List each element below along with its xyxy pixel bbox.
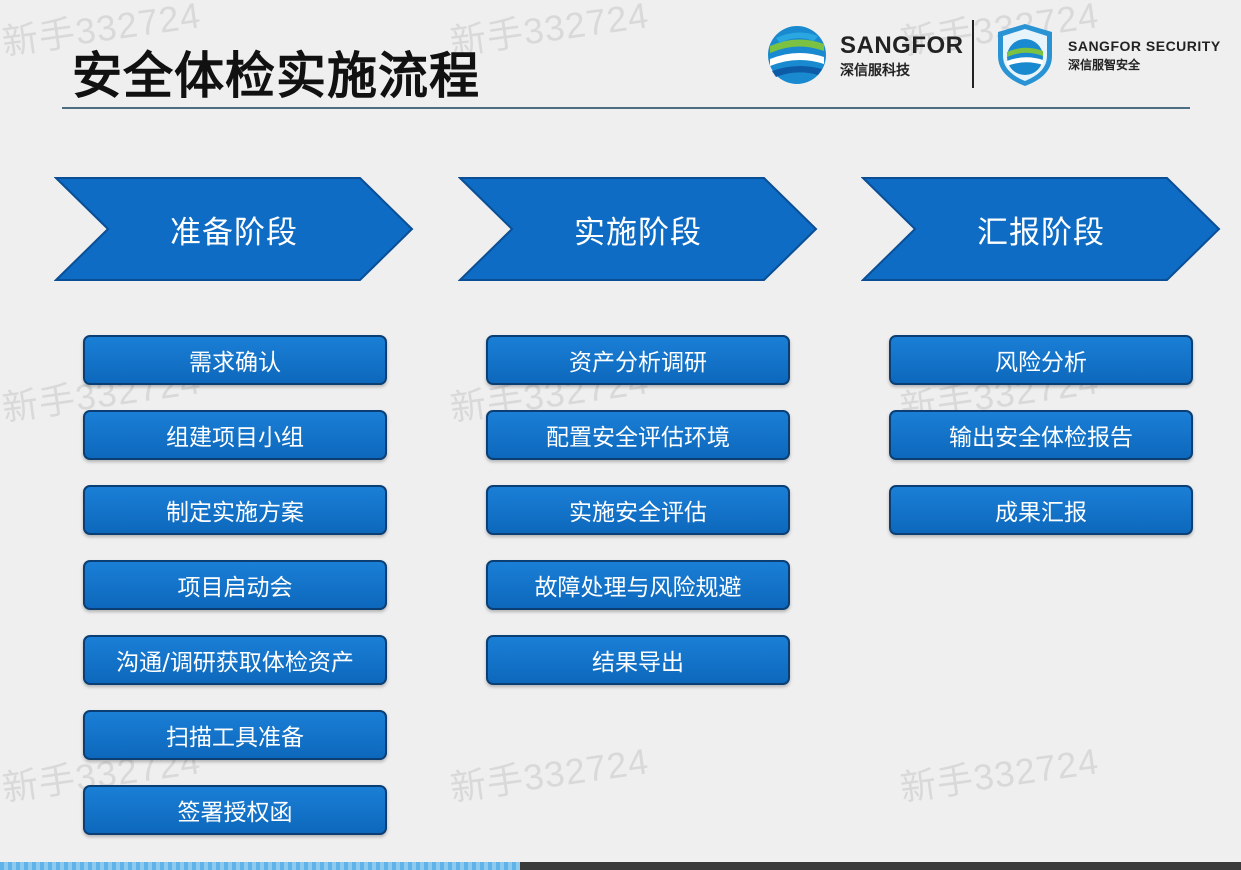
stage-report-label: 汇报阶段	[977, 214, 1105, 251]
step-scan-tools[interactable]: 扫描工具准备	[83, 710, 387, 760]
security-shield-icon	[998, 24, 1052, 86]
step-report-results[interactable]: 成果汇报	[889, 485, 1193, 535]
sangfor-logo: SANGFOR 深信服科技	[766, 22, 966, 88]
stage-implement: 实施阶段	[458, 176, 818, 282]
stage-prepare: 准备阶段	[54, 176, 414, 282]
security-logo-sub: 深信服智安全	[1068, 58, 1141, 72]
sangfor-security-logo: SANGFOR SECURITY 深信服智安全	[994, 22, 1220, 90]
step-security-assessment[interactable]: 实施安全评估	[486, 485, 790, 535]
step-form-project-team[interactable]: 组建项目小组	[83, 410, 387, 460]
logo-divider	[972, 20, 974, 88]
step-sign-authorization[interactable]: 签署授权函	[83, 785, 387, 835]
title-underline	[62, 107, 1190, 109]
watermark-text: 新手332724	[447, 740, 652, 809]
step-make-plan[interactable]: 制定实施方案	[83, 485, 387, 535]
step-requirement-confirm[interactable]: 需求确认	[83, 335, 387, 385]
page-title: 安全体检实施流程	[72, 47, 480, 105]
security-logo-name: SANGFOR SECURITY	[1068, 38, 1221, 54]
step-output-report[interactable]: 输出安全体检报告	[889, 410, 1193, 460]
watermark-text: 新手332724	[897, 740, 1102, 809]
bottom-dark-strip	[520, 862, 1241, 870]
step-asset-analysis[interactable]: 资产分析调研	[486, 335, 790, 385]
step-risk-analysis[interactable]: 风险分析	[889, 335, 1193, 385]
sangfor-logo-sub: 深信服科技	[840, 63, 910, 79]
stage-report: 汇报阶段	[861, 176, 1221, 282]
step-fault-handling[interactable]: 故障处理与风险规避	[486, 560, 790, 610]
stage-implement-label: 实施阶段	[574, 214, 702, 251]
step-collect-assets[interactable]: 沟通/调研获取体检资产	[83, 635, 387, 685]
sangfor-logo-name: SANGFOR	[840, 32, 964, 59]
step-configure-env[interactable]: 配置安全评估环境	[486, 410, 790, 460]
sangfor-globe-icon	[768, 26, 826, 84]
stage-prepare-label: 准备阶段	[170, 214, 298, 251]
step-export-results[interactable]: 结果导出	[486, 635, 790, 685]
step-kickoff-meeting[interactable]: 项目启动会	[83, 560, 387, 610]
